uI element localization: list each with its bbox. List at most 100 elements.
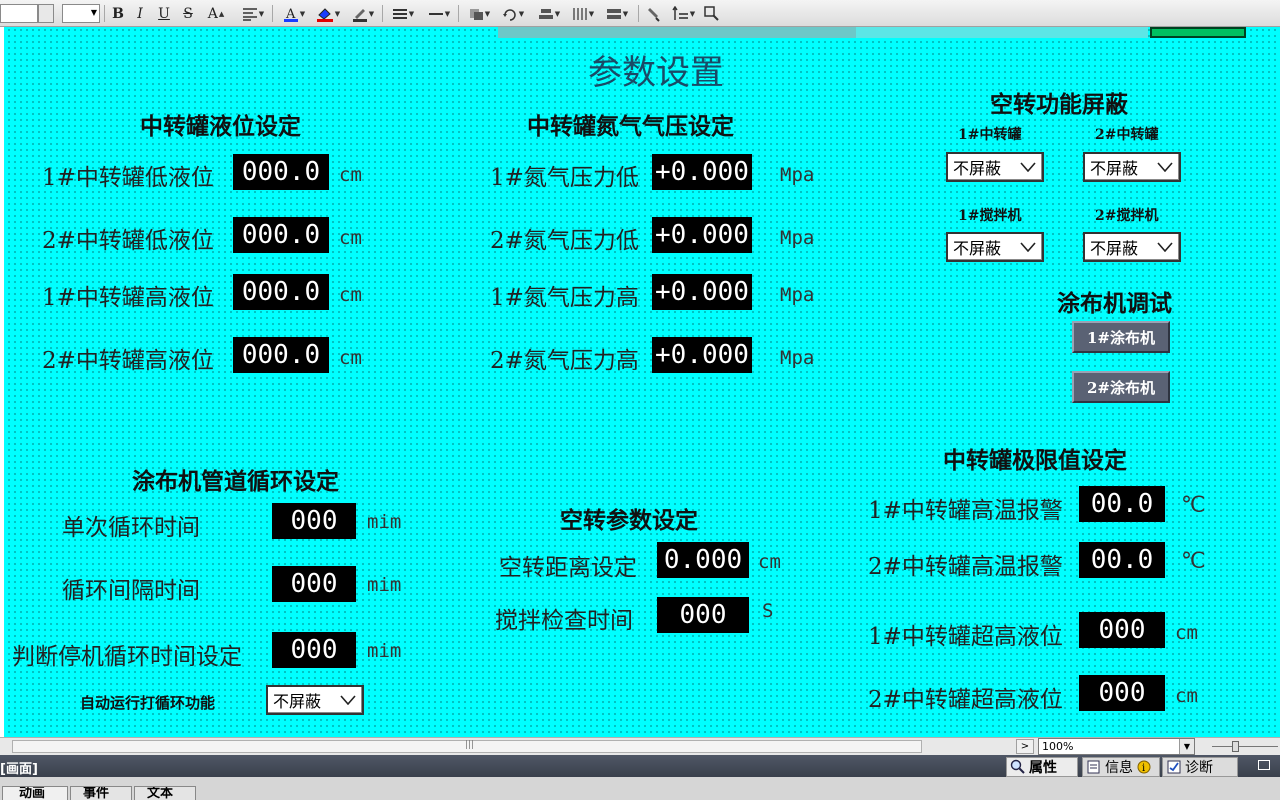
liquid-level-label: 1#中转罐低液位 — [42, 165, 214, 191]
limit-label: 1#中转罐高温报警 — [868, 498, 1063, 524]
tab-label: 诊断 — [1185, 760, 1213, 776]
mask-tank-1-dropdown[interactable]: 不屏蔽 — [946, 152, 1044, 182]
dropdown-value: 不屏蔽 — [273, 692, 322, 711]
italic-button[interactable]: I — [132, 3, 148, 24]
limit-label: 2#中转罐超高液位 — [868, 687, 1063, 713]
tab-events[interactable]: 事件 — [70, 786, 132, 800]
brush-icon — [648, 7, 660, 22]
n2-high-2-value[interactable]: +0.000 — [652, 337, 752, 373]
zoom-slider[interactable] — [1212, 746, 1278, 747]
mask-item-label: 2#搅拌机 — [1095, 208, 1159, 224]
limit-heading: 中转罐极限值设定 — [943, 447, 1127, 474]
zoom-tool-button[interactable] — [702, 3, 722, 24]
auto-cycle-dropdown[interactable]: 不屏蔽 — [266, 685, 364, 715]
n2-high-1-value[interactable]: +0.000 — [652, 274, 752, 310]
horizontal-scrollbar[interactable]: ||| > 100% ▼ — [0, 737, 1280, 755]
panel-title-bar: [画面] 属性 信息 i 诊断 — [0, 755, 1280, 777]
font-color-button[interactable]: A ▼ — [280, 3, 308, 24]
mask-item-label: 1#搅拌机 — [958, 208, 1022, 224]
scroll-thumb[interactable]: ||| — [12, 740, 922, 753]
unit-label: Mpa — [780, 284, 815, 306]
high-temp-1-value[interactable]: 00.0 — [1079, 486, 1165, 522]
line-color-button[interactable]: ▼ — [348, 3, 378, 24]
canvas-left-edge — [0, 27, 4, 737]
zoom-icon — [704, 5, 719, 21]
tab-info[interactable]: 信息 i — [1082, 757, 1160, 777]
fill-color-button[interactable]: ▼ — [312, 3, 344, 24]
font-name-box[interactable] — [0, 4, 38, 23]
idle-distance-value[interactable]: 0.000 — [657, 542, 749, 578]
low-level-1-value[interactable]: 000.0 — [233, 154, 329, 190]
distribute-button[interactable]: ▼ — [568, 3, 598, 24]
high-level-1-value[interactable]: 000.0 — [233, 274, 329, 310]
underline-button[interactable]: U — [156, 3, 172, 24]
tab-label: 信息 — [1105, 760, 1133, 776]
bold-button[interactable]: B — [110, 3, 126, 24]
fill-color-icon — [316, 7, 333, 22]
zoom-slider-handle[interactable] — [1232, 741, 1239, 752]
font-list-icon[interactable] — [38, 4, 54, 23]
font-grow-button[interactable]: A ▲ — [204, 3, 228, 24]
unit-label: cm — [1175, 685, 1198, 707]
align-button[interactable]: ▼ — [238, 3, 268, 24]
stop-cycle-time-value[interactable]: 000 — [272, 632, 356, 668]
arrange-button[interactable]: ▼ — [464, 3, 494, 24]
line-style-button[interactable]: ▼ — [424, 3, 454, 24]
idle-mask-heading: 空转功能屏蔽 — [990, 91, 1128, 118]
overflow-level-1-value[interactable]: 000 — [1079, 612, 1165, 648]
coater-debug-heading: 涂布机调试 — [1057, 290, 1172, 317]
zoom-select[interactable]: 100% ▼ — [1038, 738, 1195, 755]
n2-low-1-value[interactable]: +0.000 — [652, 154, 752, 190]
idle-param-label: 空转距离设定 — [499, 555, 637, 581]
n2-low-2-value[interactable]: +0.000 — [652, 217, 752, 253]
font-size-box[interactable]: ▼ — [62, 4, 100, 23]
chevron-down-icon — [1020, 162, 1036, 172]
liquid-level-label: 1#中转罐高液位 — [42, 285, 214, 311]
unit-label: Mpa — [780, 227, 815, 249]
format-toolbar: ▼ B I U S A ▲ ▼ A ▼ ▼ ▼ ▼ ▼ ▼ ▼ ▼ ▼ ▼ ▼ — [0, 0, 1280, 27]
align-objects-icon — [538, 8, 553, 19]
tab-animation[interactable]: 动画 — [2, 786, 68, 800]
chevron-down-icon — [1020, 242, 1036, 252]
tab-text[interactable]: 文本 — [134, 786, 196, 800]
rotate-button[interactable]: ▼ — [498, 3, 528, 24]
idle-params-heading: 空转参数设定 — [560, 507, 698, 534]
mask-mixer-1-dropdown[interactable]: 不屏蔽 — [946, 232, 1044, 262]
strikethrough-button[interactable]: S — [180, 3, 196, 24]
overflow-level-2-value[interactable]: 000 — [1079, 675, 1165, 711]
coater-2-button[interactable]: 2#涂布机 — [1072, 371, 1170, 403]
mask-item-label: 2#中转罐 — [1095, 127, 1159, 143]
rotate-icon — [502, 8, 516, 21]
single-cycle-time-value[interactable]: 000 — [272, 503, 356, 539]
unit-label: mim — [367, 511, 402, 533]
align-objects-button[interactable]: ▼ — [534, 3, 564, 24]
unit-label: cm — [758, 551, 781, 573]
unit-label: Mpa — [780, 164, 815, 186]
mask-mixer-2-dropdown[interactable]: 不屏蔽 — [1083, 232, 1181, 262]
scroll-right-button[interactable]: > — [1016, 739, 1034, 754]
zoom-value: 100% — [1042, 740, 1074, 753]
dropdown-value: 不屏蔽 — [953, 159, 1002, 178]
layer-button[interactable]: ▼ — [666, 3, 700, 24]
font-grow-icon: A — [207, 5, 218, 22]
unit-label: cm — [1175, 622, 1198, 644]
coater-1-button[interactable]: 1#涂布机 — [1072, 321, 1170, 353]
line-width-button[interactable]: ▼ — [388, 3, 418, 24]
pen-icon — [352, 8, 367, 22]
restore-icon[interactable] — [1258, 760, 1270, 770]
cycle-label: 单次循环时间 — [62, 515, 200, 541]
cycle-interval-value[interactable]: 000 — [272, 566, 356, 602]
tab-properties[interactable]: 属性 — [1006, 757, 1078, 777]
distribute-icon — [573, 7, 587, 20]
high-temp-2-value[interactable]: 00.0 — [1079, 542, 1165, 578]
tab-diagnostics[interactable]: 诊断 — [1162, 757, 1238, 777]
mixer-check-time-value[interactable]: 000 — [657, 597, 749, 633]
nitrogen-label: 2#氮气压力高 — [490, 348, 639, 374]
dropdown-value: 不屏蔽 — [1090, 159, 1139, 178]
high-level-2-value[interactable]: 000.0 — [233, 337, 329, 373]
low-level-2-value[interactable]: 000.0 — [233, 217, 329, 253]
format-painter-button[interactable] — [644, 3, 664, 24]
mask-tank-2-dropdown[interactable]: 不屏蔽 — [1083, 152, 1181, 182]
size-button[interactable]: ▼ — [602, 3, 632, 24]
top-partial-button[interactable] — [1150, 27, 1246, 38]
